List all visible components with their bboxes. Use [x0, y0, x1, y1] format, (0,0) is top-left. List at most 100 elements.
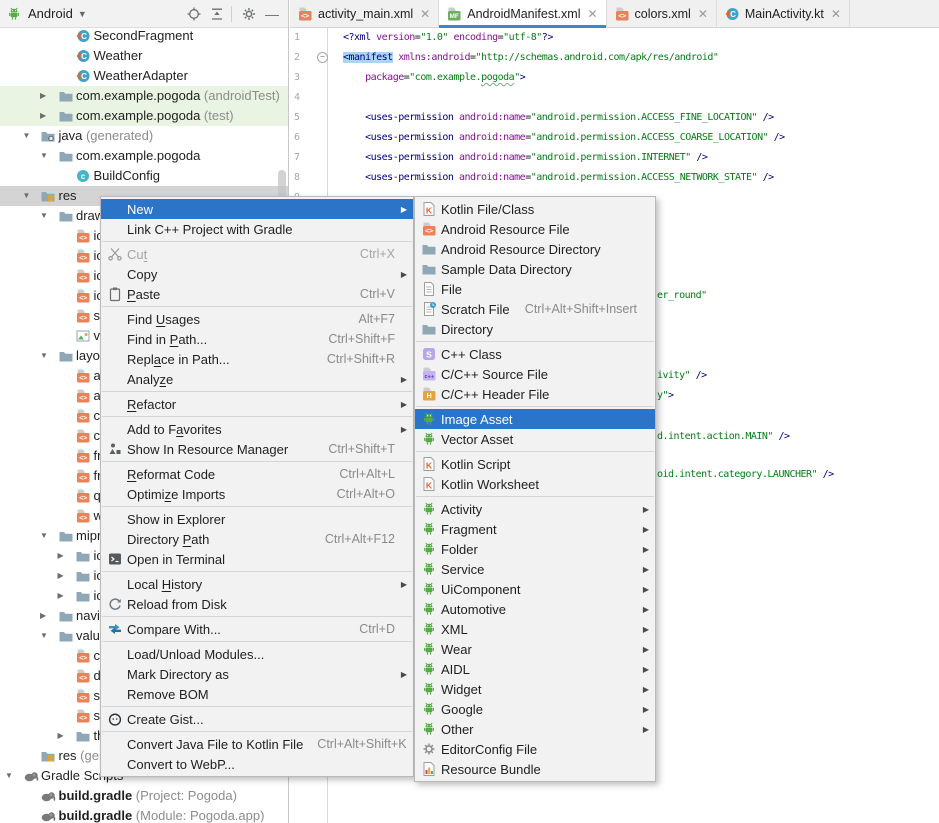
chevron-down-icon[interactable]: ▼	[78, 9, 87, 19]
new-submenu-item-c-class[interactable]: C++ Class	[415, 344, 655, 364]
close-icon[interactable]: ✕	[698, 7, 708, 21]
tree-expanded-icon[interactable]: ▼	[40, 626, 48, 646]
new-submenu-item-kotlin-worksheet[interactable]: Kotlin Worksheet	[415, 474, 655, 494]
new-submenu-item-file[interactable]: File	[415, 279, 655, 299]
tree-collapsed-icon[interactable]: ▶	[58, 566, 64, 586]
tree-row-com-example-pogoda[interactable]: ▼com.example.pogoda	[0, 146, 288, 166]
code-fold-icon[interactable]: −	[317, 52, 328, 63]
context-menu-item-reformat-code[interactable]: Reformat CodeCtrl+Alt+L	[101, 464, 413, 484]
tree-row-secondfragment[interactable]: SecondFragment	[0, 26, 288, 46]
tree-row-build-gradle-module-pogoda-app[interactable]: build.gradle (Module: Pogoda.app)	[0, 806, 288, 823]
context-menu-item-open-in-terminal[interactable]: Open in Terminal	[101, 549, 413, 569]
context-menu-item-paste[interactable]: PasteCtrl+V	[101, 284, 413, 304]
new-submenu-item-android-resource-file[interactable]: Android Resource File	[415, 219, 655, 239]
new-submenu-item-vector-asset[interactable]: Vector Asset	[415, 429, 655, 449]
tree-row-java-generated[interactable]: ▼java (generated)	[0, 126, 288, 146]
context-menu-item-refactor[interactable]: Refactor▶	[101, 394, 413, 414]
context-menu-item-find-usages[interactable]: Find UsagesAlt+F7	[101, 309, 413, 329]
close-icon[interactable]: ✕	[420, 7, 430, 21]
tree-collapsed-icon[interactable]: ▶	[58, 726, 64, 746]
tree-expanded-icon[interactable]: ▼	[23, 126, 31, 146]
new-submenu-item-scratch-file[interactable]: Scratch FileCtrl+Alt+Shift+Insert	[415, 299, 655, 319]
context-menu-item-convert-to-webp[interactable]: Convert to WebP...	[101, 754, 413, 774]
tree-row-build-gradle-project-pogoda[interactable]: build.gradle (Project: Pogoda)	[0, 786, 288, 806]
new-submenu-item-other[interactable]: Other▶	[415, 719, 655, 739]
settings-gear-icon[interactable]	[239, 4, 259, 24]
new-submenu-item-editorconfig-file[interactable]: EditorConfig File	[415, 739, 655, 759]
new-submenu-item-wear[interactable]: Wear▶	[415, 639, 655, 659]
context-menu-item-replace-in-path[interactable]: Replace in Path...Ctrl+Shift+R	[101, 349, 413, 369]
context-menu-item-compare-with[interactable]: Compare With...Ctrl+D	[101, 619, 413, 639]
context-menu-item-load-unload-modules[interactable]: Load/Unload Modules...	[101, 644, 413, 664]
context-menu-item-local-history[interactable]: Local History▶	[101, 574, 413, 594]
tree-row-buildconfig[interactable]: BuildConfig	[0, 166, 288, 186]
new-submenu-item-resource-bundle[interactable]: Resource Bundle	[415, 759, 655, 779]
new-submenu-item-image-asset[interactable]: Image Asset	[415, 409, 655, 429]
context-menu-item-remove-bom[interactable]: Remove BOM	[101, 684, 413, 704]
new-submenu-item-kotlin-script[interactable]: Kotlin Script	[415, 454, 655, 474]
context-menu-item-show-in-resource-manager[interactable]: Show In Resource ManagerCtrl+Shift+T	[101, 439, 413, 459]
context-menu-item-mark-directory-as[interactable]: Mark Directory as▶	[101, 664, 413, 684]
new-submenu-item-fragment[interactable]: Fragment▶	[415, 519, 655, 539]
context-menu-item-find-in-path[interactable]: Find in Path...Ctrl+Shift+F	[101, 329, 413, 349]
code-token: <uses-permission	[365, 152, 453, 163]
menu-item-label: Cut	[127, 247, 147, 262]
context-menu-item-link-c-project-with-gradle[interactable]: Link C++ Project with Gradle	[101, 219, 413, 239]
folder-icon	[58, 528, 74, 544]
new-submenu-item-sample-data-directory[interactable]: Sample Data Directory	[415, 259, 655, 279]
tree-expanded-icon[interactable]: ▼	[40, 526, 48, 546]
new-submenu-item-widget[interactable]: Widget▶	[415, 679, 655, 699]
tab-androidmanifest-xml[interactable]: AndroidManifest.xml✕	[439, 0, 606, 28]
tab-mainactivity-kt[interactable]: MainActivity.kt✕	[717, 0, 850, 28]
tree-collapsed-icon[interactable]: ▶	[58, 586, 64, 606]
hide-panel-icon[interactable]: —	[262, 4, 282, 24]
tree-collapsed-icon[interactable]: ▶	[40, 86, 46, 106]
new-submenu-item-aidl[interactable]: AIDL▶	[415, 659, 655, 679]
new-submenu-item-c-c-header-file[interactable]: C/C++ Header File	[415, 384, 655, 404]
project-view-selector[interactable]: Android	[28, 6, 73, 21]
locate-icon[interactable]	[184, 4, 204, 24]
context-menu-item-directory-path[interactable]: Directory PathCtrl+Alt+F12	[101, 529, 413, 549]
tree-collapsed-icon[interactable]: ▶	[40, 606, 46, 626]
collapse-all-icon[interactable]	[207, 4, 227, 24]
tree-expanded-icon[interactable]: ▼	[23, 186, 31, 206]
tree-row-com-example-pogoda-test[interactable]: ▶com.example.pogoda (test)	[0, 106, 288, 126]
menu-separator	[102, 461, 412, 462]
new-submenu-item-activity[interactable]: Activity▶	[415, 499, 655, 519]
new-submenu-item-directory[interactable]: Directory	[415, 319, 655, 339]
code-token: er_round"	[657, 290, 707, 301]
tree-row-com-example-pogoda-androidtest[interactable]: ▶com.example.pogoda (androidTest)	[0, 86, 288, 106]
context-menu-item-reload-from-disk[interactable]: Reload from Disk	[101, 594, 413, 614]
new-submenu-item-android-resource-directory[interactable]: Android Resource Directory	[415, 239, 655, 259]
new-submenu-item-google[interactable]: Google▶	[415, 699, 655, 719]
new-submenu-item-folder[interactable]: Folder▶	[415, 539, 655, 559]
context-menu-item-show-in-explorer[interactable]: Show in Explorer	[101, 509, 413, 529]
tree-collapsed-icon[interactable]: ▶	[58, 546, 64, 566]
new-submenu-item-kotlin-file-class[interactable]: Kotlin File/Class	[415, 199, 655, 219]
tree-row-weatheradapter[interactable]: WeatherAdapter	[0, 66, 288, 86]
new-submenu-item-automotive[interactable]: Automotive▶	[415, 599, 655, 619]
context-menu-item-optimize-imports[interactable]: Optimize ImportsCtrl+Alt+O	[101, 484, 413, 504]
context-menu-item-analyze[interactable]: Analyze▶	[101, 369, 413, 389]
tab-activity-main-xml[interactable]: activity_main.xml✕	[290, 0, 439, 28]
new-submenu-item-uicomponent[interactable]: UiComponent▶	[415, 579, 655, 599]
tree-expanded-icon[interactable]: ▼	[40, 206, 48, 226]
tree-row-weather[interactable]: Weather	[0, 46, 288, 66]
context-menu-item-convert-java-file-to-kotlin-file[interactable]: Convert Java File to Kotlin FileCtrl+Alt…	[101, 734, 413, 754]
new-submenu-item-xml[interactable]: XML▶	[415, 619, 655, 639]
context-menu-item-add-to-favorites[interactable]: Add to Favorites▶	[101, 419, 413, 439]
new-submenu-item-service[interactable]: Service▶	[415, 559, 655, 579]
close-icon[interactable]: ✕	[831, 7, 841, 21]
menu-item-label: EditorConfig File	[441, 742, 537, 757]
tree-collapsed-icon[interactable]: ▶	[40, 106, 46, 126]
close-icon[interactable]: ✕	[587, 7, 597, 21]
new-submenu-item-c-c-source-file[interactable]: C/C++ Source File	[415, 364, 655, 384]
tab-colors-xml[interactable]: colors.xml✕	[607, 0, 717, 28]
context-menu-item-cut[interactable]: CutCtrl+X	[101, 244, 413, 264]
context-menu-item-copy[interactable]: Copy▶	[101, 264, 413, 284]
context-menu-item-new[interactable]: New▶	[101, 199, 413, 219]
tree-expanded-icon[interactable]: ▼	[40, 146, 48, 166]
context-menu-item-create-gist[interactable]: Create Gist...	[101, 709, 413, 729]
tree-expanded-icon[interactable]: ▼	[5, 766, 13, 786]
tree-expanded-icon[interactable]: ▼	[40, 346, 48, 366]
